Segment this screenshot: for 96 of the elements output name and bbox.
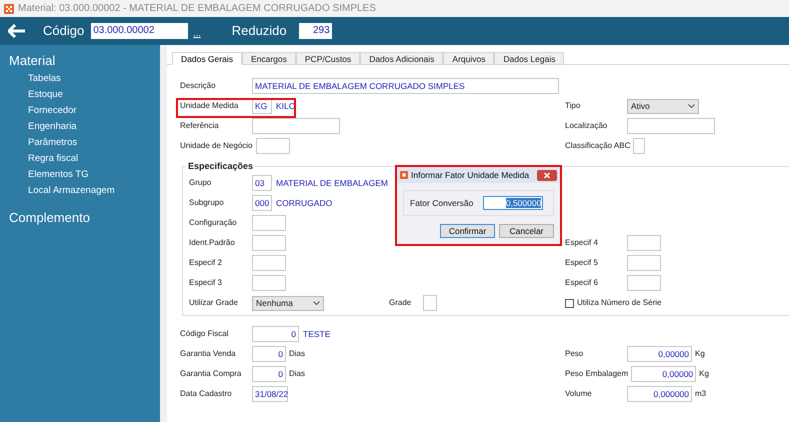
selected-text: 0,500000: [506, 198, 542, 208]
input-field[interactable]: [627, 118, 715, 134]
sidebar-item[interactable]: Parâmetros: [28, 134, 160, 150]
tab[interactable]: Dados Gerais: [172, 52, 242, 65]
unit-label: Kg: [695, 348, 705, 360]
dialog-button[interactable]: Confirmar: [440, 224, 495, 238]
unit-label: Dias: [289, 368, 306, 380]
field-label: Descrição: [180, 80, 217, 92]
unit-label: m3: [695, 388, 706, 400]
sidebar-item[interactable]: Elementos TG: [28, 166, 160, 182]
tab[interactable]: Arquivos: [443, 52, 494, 65]
field-label: Peso: [565, 348, 584, 360]
sidebar-item[interactable]: Regra fiscal: [28, 150, 160, 166]
input-field[interactable]: [627, 275, 661, 291]
field-label: Utilizar Grade: [189, 297, 239, 309]
input-field[interactable]: MATERIAL DE EMBALAGEM CORRUGADO SIMPLES: [252, 78, 559, 94]
code-label: Código: [43, 22, 84, 40]
input-field[interactable]: 0: [252, 366, 286, 382]
input-field[interactable]: [633, 138, 646, 154]
field-label: Grupo: [189, 177, 212, 189]
tab[interactable]: Dados Adicionais: [360, 52, 444, 65]
field-label: Garantia Venda: [180, 348, 237, 360]
reduced-label: Reduzido: [232, 22, 287, 40]
field-label: Data Cadastro: [180, 388, 233, 400]
field-label: Especif 6: [565, 277, 599, 289]
input-field[interactable]: [256, 138, 290, 154]
field-label: Tipo: [565, 100, 582, 112]
field-label: Referência: [180, 120, 220, 132]
field-label: Especif 4: [565, 237, 599, 249]
sidebar-item[interactable]: Estoque: [28, 86, 160, 102]
dropdown[interactable]: Ativo: [627, 98, 699, 114]
code-field[interactable]: 03.000.00002: [91, 23, 188, 39]
field-label: Código Fiscal: [180, 328, 230, 340]
window-title: Material: 03.000.00002 - MATERIAL DE EMBALAGEM CORRUGADO SIMPLES: [18, 2, 376, 16]
input-field[interactable]: [423, 295, 438, 311]
field-label: Localização: [565, 120, 608, 132]
input-field[interactable]: [627, 235, 661, 251]
checkbox-label: Utiliza Número de Série: [577, 297, 662, 309]
dropdown-value: Nenhuma: [256, 296, 293, 310]
sidebar-section-title[interactable]: Complemento: [9, 208, 160, 227]
field-label: Unidade de Negócio: [180, 140, 254, 152]
input-field[interactable]: 0: [252, 326, 299, 342]
reduced-field[interactable]: 293: [298, 23, 332, 39]
chevron-down-icon: [313, 301, 320, 305]
dialog-button[interactable]: Cancelar: [499, 224, 554, 238]
dropdown[interactable]: Nenhuma: [252, 296, 324, 310]
field-label: Garantia Compra: [180, 368, 242, 380]
input-field[interactable]: 0,00000: [627, 346, 692, 362]
field-label: Classificação ABC: [565, 140, 632, 152]
sidebar-item[interactable]: Fornecedor: [28, 102, 160, 118]
description-text: TESTE: [303, 328, 330, 340]
field-label: Ident.Padrão: [189, 237, 236, 249]
app-icon: [4, 4, 14, 14]
back-arrow-icon[interactable]: [8, 24, 26, 38]
field-label: Unidade Medida: [180, 100, 240, 112]
input-field[interactable]: 03: [252, 175, 272, 191]
sidebar-section-title[interactable]: Material: [9, 51, 160, 70]
sidebar-item[interactable]: Tabelas: [28, 70, 160, 86]
checkbox[interactable]: [565, 298, 574, 308]
field-label: Peso Embalagem: [565, 368, 630, 380]
field-label: Grade: [389, 297, 412, 309]
unit-label: Dias: [289, 348, 306, 360]
input-field[interactable]: [252, 255, 286, 271]
input-field[interactable]: [252, 215, 286, 231]
tab[interactable]: Dados Legais: [494, 52, 564, 65]
input-field[interactable]: [252, 118, 340, 134]
field-label: Configuração: [189, 217, 238, 229]
dialog-title: Informar Fator Unidade Medida: [411, 168, 530, 182]
field-label: Fator Conversão: [410, 196, 474, 210]
app-icon: [400, 171, 408, 179]
description-text: CORRUGADO: [276, 196, 332, 210]
input-field[interactable]: 0,000000: [627, 386, 692, 402]
sidebar-item[interactable]: Local Armazenagem: [28, 182, 160, 198]
input-field[interactable]: [627, 255, 661, 271]
close-button[interactable]: [537, 170, 557, 180]
input-field[interactable]: [252, 275, 286, 291]
input-field[interactable]: 0: [252, 346, 286, 362]
description-text: MATERIAL DE EMBALAGEM: [276, 176, 388, 190]
field-label: Especif 3: [189, 277, 223, 289]
tab[interactable]: Encargos: [242, 52, 296, 65]
lookup-link[interactable]: ...: [193, 27, 201, 41]
field-label: Volume: [565, 388, 593, 400]
input-field[interactable]: 31/08/22: [252, 386, 288, 402]
field-label: Especif 5: [565, 257, 599, 269]
input-field[interactable]: 0,500000: [483, 196, 544, 210]
unit-label: Kg: [699, 368, 709, 380]
input-field[interactable]: [252, 235, 286, 251]
group-title: Especificações: [186, 160, 256, 174]
input-field[interactable]: 0,00000: [631, 366, 696, 382]
sidebar-item[interactable]: Engenharia: [28, 118, 160, 134]
field-label: Especif 2: [189, 257, 223, 269]
field-label: Subgrupo: [189, 197, 225, 209]
tab[interactable]: PCP/Custos: [296, 52, 360, 65]
chevron-down-icon: [688, 104, 695, 108]
dropdown-value: Ativo: [631, 100, 650, 112]
input-field[interactable]: 000: [252, 195, 272, 211]
